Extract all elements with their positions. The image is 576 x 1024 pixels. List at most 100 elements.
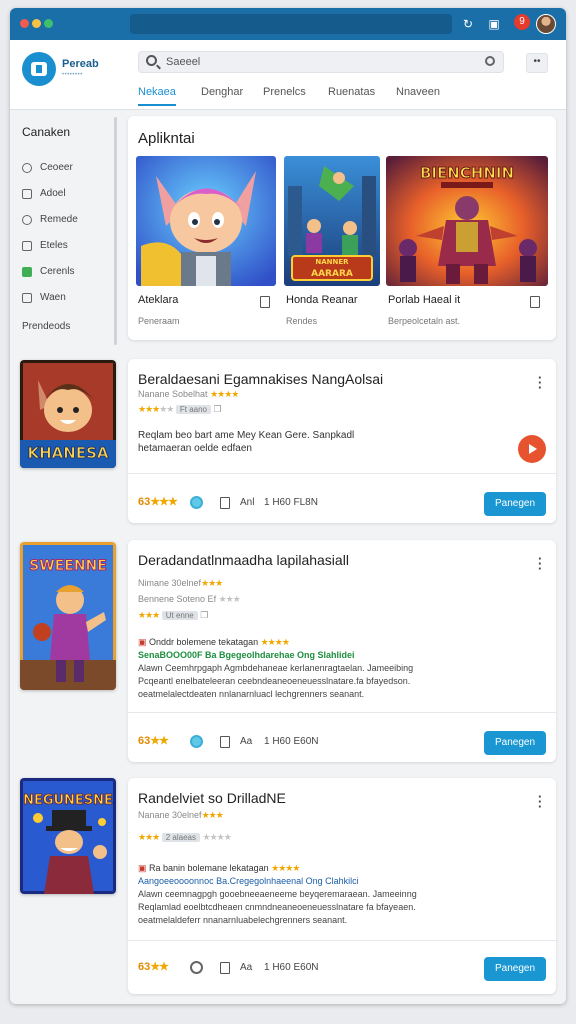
featured-apps-card: Aplikntai Ateklara Peneraam NANNER AARAR…: [128, 116, 556, 340]
app-card-row-1[interactable]: Beraldaesani Egamnakises NangAolsai · · · …: [128, 359, 556, 523]
featured-app-3-sub: Berpeolcetaln ast.: [388, 316, 461, 326]
bookmark-icon[interactable]: [220, 497, 230, 509]
app-description: ▣ Ra banin bolemane lekatagan ★★★★ Aango…: [138, 863, 417, 925]
app-rating: 63★★★: [138, 496, 178, 508]
sync-icon[interactable]: ↻: [460, 16, 476, 32]
featured-app-3-art[interactable]: BIENCHNIN: [386, 156, 548, 286]
tab-prenelcs[interactable]: Prenelcs: [263, 86, 306, 98]
brand-name: Pereab: [62, 58, 99, 70]
app-header: Pereab •••••••• Saeeel •• Nekaea Denghar…: [10, 40, 566, 110]
app-rating: 63★★: [138, 961, 169, 973]
bookmark-icon[interactable]: [530, 296, 540, 308]
title-bar: ↻ ▣ 9: [10, 8, 566, 40]
sidebar-item-remede[interactable]: Remede: [22, 213, 112, 229]
app-card-row-3[interactable]: Randelviet so DrilladNE · · · Nanane 30eln…: [128, 778, 556, 994]
app-foot-label: Aa: [240, 736, 253, 747]
folder-icon: [22, 241, 32, 251]
status-indicator-icon: [190, 496, 203, 509]
app-card-title[interactable]: Deradandatlnmaadha lapilahasiall: [138, 552, 349, 568]
search-placeholder: Saeeel: [166, 56, 201, 68]
row-2-app-icon[interactable]: SWEENNE: [20, 542, 116, 690]
notification-badge[interactable]: 9: [514, 14, 530, 30]
app-download-count: 1 H60 FL8N: [264, 497, 318, 508]
tab-ruenatas[interactable]: Ruenatas: [328, 86, 375, 98]
play-button[interactable]: [518, 435, 546, 463]
person-icon: [22, 215, 32, 225]
logo-icon[interactable]: [22, 52, 56, 86]
sidebar-item-cerenls[interactable]: Cerenls: [22, 265, 112, 281]
install-button[interactable]: Panegen: [484, 957, 546, 981]
featured-app-1-sub: Peneraam: [138, 316, 180, 326]
more-options-icon[interactable]: · · ·: [538, 552, 542, 575]
bookmark-icon[interactable]: [220, 736, 230, 748]
sidebar: Canaken Ceoeer Adoel Remede Eteles Ceren…: [10, 111, 122, 351]
featured-title: Aplikntai: [138, 130, 195, 147]
check-icon: [22, 267, 32, 277]
app-card-title[interactable]: Randelviet so DrilladNE: [138, 790, 286, 806]
tab-nnaveen[interactable]: Nnaveen: [396, 86, 440, 98]
maximize-window-dot[interactable]: [44, 19, 53, 28]
bookmark-icon[interactable]: [260, 296, 270, 308]
app-download-count: 1 H60 E60N: [264, 736, 319, 747]
featured-app-1-art[interactable]: [136, 156, 276, 286]
row-1-app-icon[interactable]: KHANESA: [20, 360, 116, 468]
row-3-icon-text: NEGUNESNE: [23, 793, 113, 808]
sidebar-item-eteles[interactable]: Eteles: [22, 239, 112, 255]
featured-app-2-art[interactable]: NANNER AARARA: [284, 156, 380, 286]
row-2-icon-text: SWEENNE: [29, 558, 107, 574]
more-menu-button[interactable]: ••: [526, 53, 548, 73]
avatar[interactable]: [536, 14, 556, 34]
sidebar-title: Canaken: [22, 125, 71, 139]
card-divider: [128, 473, 556, 474]
app-rating-line: ★★★ 2 alaeas ★★★★: [138, 832, 232, 842]
mail-icon: [22, 293, 32, 303]
app-window: ↻ ▣ 9 Pereab •••••••• Saeeel •• Nekaea D…: [10, 8, 566, 1004]
status-indicator-icon: [190, 735, 203, 748]
install-button[interactable]: Panegen: [484, 731, 546, 755]
app-rating-line: ★★★ Ut enne ❐: [138, 610, 209, 620]
sidebar-item-waen[interactable]: Waen: [22, 291, 112, 307]
app-foot-label: Anl: [240, 497, 255, 508]
app-card-row-2[interactable]: Deradandatlnmaadha lapilahasiall · · · Nim…: [128, 540, 556, 762]
search-submit-icon[interactable]: [485, 56, 495, 66]
search-icon: [146, 55, 157, 66]
sidebar-footer-link[interactable]: Prendeods: [22, 321, 70, 332]
more-options-icon[interactable]: · · ·: [538, 790, 542, 813]
tab-denghar[interactable]: Denghar: [201, 86, 243, 98]
row-3-app-icon[interactable]: NEGUNESNE: [20, 778, 116, 894]
app-rating: 63★★: [138, 735, 169, 747]
sidebar-scrollbar[interactable]: [114, 117, 117, 345]
sidebar-item-ceoeer[interactable]: Ceoeer: [22, 161, 112, 177]
bookmark-icon[interactable]: [220, 962, 230, 974]
app-description: ▣ Onddr bolemene tekatagan ★★★★ SenaBOOO…: [138, 637, 414, 699]
search-input[interactable]: Saeeel: [138, 51, 504, 73]
more-options-icon[interactable]: · · ·: [538, 371, 542, 394]
gift-icon[interactable]: ▣: [486, 16, 502, 32]
app-meta-line: Nimane 30elnef★★★: [138, 578, 223, 588]
card-divider: [128, 940, 556, 941]
banner-text-nanner: NANNER: [315, 258, 349, 266]
app-meta-line: Nanane Sobelhat ★★★★: [138, 389, 239, 399]
brand-tagline: ••••••••: [62, 72, 83, 78]
row-1-icon-text: KHANESA: [28, 444, 109, 462]
sidebar-item-adoel[interactable]: Adoel: [22, 187, 112, 203]
app-download-count: 1 H60 E60N: [264, 962, 319, 973]
minimize-window-dot[interactable]: [32, 19, 41, 28]
featured-app-1-name: Ateklara: [138, 294, 179, 306]
app-description: Reqlam beo bart ame Mey Kean Gere. Sanpk…: [138, 430, 355, 454]
featured-app-2-name: Honda Reanar: [286, 294, 358, 306]
tab-nekaea[interactable]: Nekaea: [138, 86, 176, 106]
bookmark-icon: [22, 189, 32, 199]
user-icon: [22, 163, 32, 173]
address-bar[interactable]: [130, 14, 452, 34]
app-card-title[interactable]: Beraldaesani Egamnakises NangAolsai: [138, 371, 383, 387]
app-meta-line-2: Bennene Soteno Ef ★★★: [138, 594, 241, 604]
card-divider: [128, 712, 556, 713]
app-foot-label: Aa: [240, 962, 253, 973]
status-indicator-icon: [190, 961, 203, 974]
featured-app-2-sub: Rendes: [286, 316, 318, 326]
banner-text-bienchnin: BIENCHNIN: [420, 164, 514, 182]
banner-text-aarara: AARARA: [311, 269, 353, 279]
close-window-dot[interactable]: [20, 19, 29, 28]
install-button[interactable]: Panegen: [484, 492, 546, 516]
